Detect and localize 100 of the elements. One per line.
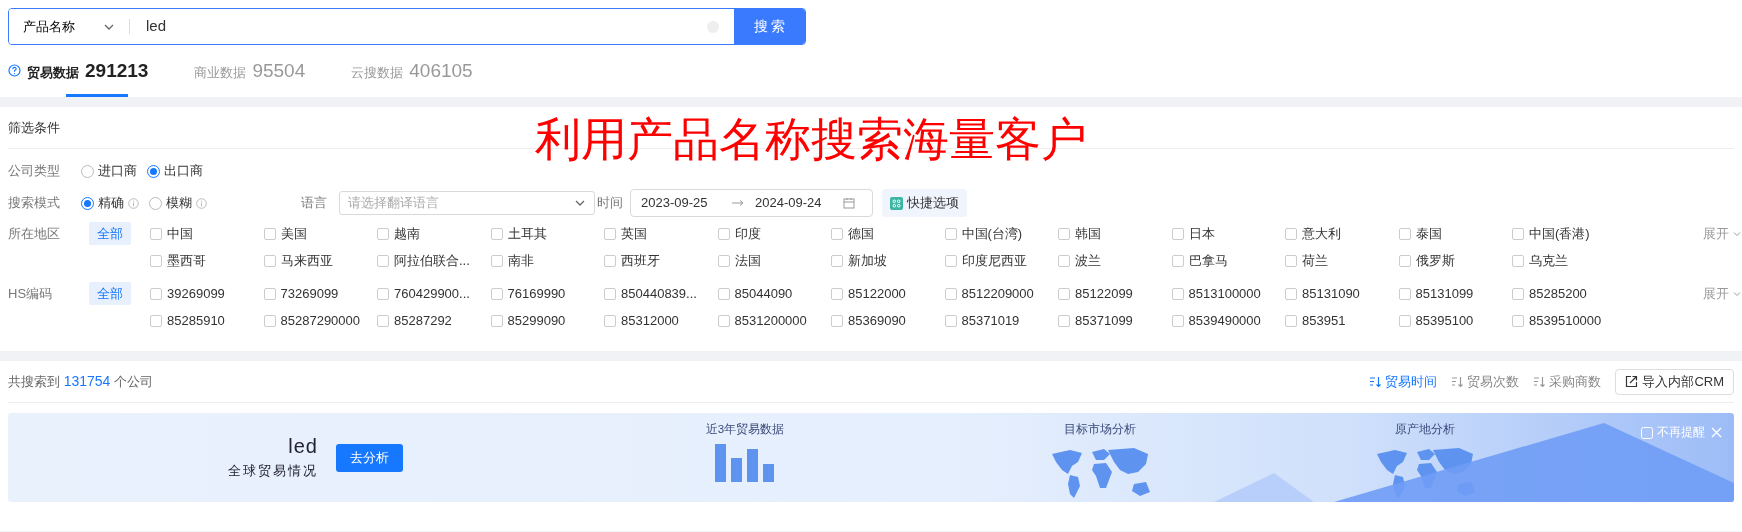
checkbox[interactable] <box>263 227 276 240</box>
checkbox[interactable] <box>377 287 389 300</box>
checkbox-option[interactable]: 850440839... <box>604 283 718 304</box>
checkbox-option[interactable]: 85371019 <box>944 310 1058 331</box>
checkbox-option[interactable]: 俄罗斯 <box>1398 250 1512 271</box>
checkbox[interactable] <box>1171 314 1184 327</box>
checkbox-option[interactable]: 波兰 <box>1058 250 1172 271</box>
checkbox[interactable] <box>944 227 957 240</box>
checkbox[interactable] <box>1398 314 1411 327</box>
checkbox-option[interactable]: 8513100000 <box>1171 283 1285 304</box>
checkbox-option[interactable]: 85287292 <box>377 310 491 331</box>
checkbox[interactable] <box>604 227 616 240</box>
checkbox-option[interactable]: 马来西亚 <box>263 250 377 271</box>
checkbox-option[interactable]: 73269099 <box>263 283 377 304</box>
radio-button[interactable] <box>81 164 94 178</box>
checkbox-option[interactable]: 西班牙 <box>604 250 718 271</box>
checkbox[interactable] <box>831 254 843 267</box>
checkbox-option[interactable]: 越南 <box>377 223 491 244</box>
checkbox-option[interactable]: 中国 <box>150 223 264 244</box>
checkbox[interactable] <box>1512 254 1524 267</box>
checkbox-option[interactable]: 85371099 <box>1058 310 1172 331</box>
checkbox[interactable] <box>1058 314 1070 327</box>
search-button[interactable]: 搜 索 <box>734 9 805 44</box>
date-range-field[interactable]: 2023-09-25 2024-09-24 <box>630 189 873 217</box>
checkbox-option[interactable]: 巴拿马 <box>1171 250 1285 271</box>
checkbox[interactable] <box>717 314 730 327</box>
radio-button[interactable] <box>81 196 94 210</box>
checkbox-option[interactable]: 76169990 <box>490 283 604 304</box>
checkbox-option[interactable]: 853951 <box>1285 310 1399 331</box>
checkbox-option[interactable]: 南非 <box>490 250 604 271</box>
checkbox-option[interactable]: 日本 <box>1171 223 1285 244</box>
checkbox[interactable] <box>1512 287 1524 300</box>
help-icon[interactable] <box>8 64 21 78</box>
sort-option[interactable]: 贸易次数 <box>1451 371 1520 392</box>
radio-option[interactable]: 精确 <box>81 193 124 213</box>
sort-option[interactable]: 采购商数 <box>1533 371 1602 392</box>
data-tab[interactable]: 贸易数据 291213 <box>8 56 149 97</box>
quick-options-button[interactable]: 快捷选项 <box>882 189 967 217</box>
checkbox[interactable] <box>1171 227 1184 240</box>
radio-option[interactable]: 进口商 <box>81 161 137 181</box>
checkbox[interactable] <box>263 314 276 327</box>
checkbox-option[interactable]: 韩国 <box>1058 223 1172 244</box>
checkbox[interactable] <box>717 227 730 240</box>
radio-option[interactable]: 出口商 <box>147 161 203 181</box>
checkbox[interactable] <box>1285 287 1297 300</box>
checkbox[interactable] <box>604 254 616 267</box>
checkbox[interactable] <box>263 254 276 267</box>
checkbox[interactable] <box>1398 227 1411 240</box>
checkbox-option[interactable]: 85285910 <box>150 310 264 331</box>
checkbox[interactable] <box>944 314 957 327</box>
checkbox-option[interactable]: 美国 <box>263 223 377 244</box>
checkbox-option[interactable]: 85287290000 <box>263 310 377 331</box>
checkbox[interactable] <box>831 287 843 300</box>
checkbox[interactable] <box>490 227 503 240</box>
checkbox-option[interactable]: 印度 <box>717 223 831 244</box>
checkbox-option[interactable]: 中国(台湾) <box>944 223 1058 244</box>
checkbox[interactable] <box>1171 287 1184 300</box>
checkbox-option[interactable]: 中国(香港) <box>1512 223 1626 244</box>
checkbox[interactable] <box>150 287 162 300</box>
checkbox-option[interactable]: 85044090 <box>717 283 831 304</box>
radio-button[interactable] <box>149 196 162 210</box>
checkbox-option[interactable]: 土耳其 <box>490 223 604 244</box>
checkbox[interactable] <box>150 254 162 267</box>
checkbox[interactable] <box>490 287 503 300</box>
checkbox-option[interactable]: 8539510000 <box>1512 310 1626 331</box>
checkbox[interactable] <box>944 254 957 267</box>
checkbox-option[interactable]: 新加坡 <box>831 250 945 271</box>
checkbox[interactable] <box>1398 287 1411 300</box>
checkbox-option[interactable]: 85299090 <box>490 310 604 331</box>
search-bar[interactable]: 产品名称 led 搜 索 <box>8 8 806 45</box>
checkbox-option[interactable]: 8539490000 <box>1171 310 1285 331</box>
checkbox-option[interactable]: 760429900... <box>377 283 491 304</box>
checkbox-option[interactable]: 85131090 <box>1285 283 1399 304</box>
checkbox[interactable] <box>604 314 616 327</box>
checkbox[interactable] <box>150 227 162 240</box>
checkbox[interactable] <box>1512 227 1524 240</box>
all-tag[interactable]: 全部 <box>89 221 131 246</box>
checkbox[interactable] <box>1512 314 1524 327</box>
checkbox-option[interactable]: 墨西哥 <box>150 250 264 271</box>
checkbox-option[interactable]: 85122099 <box>1058 283 1172 304</box>
checkbox-option[interactable]: 85312000 <box>604 310 718 331</box>
import-crm-button[interactable]: 导入内部CRM <box>1615 368 1734 395</box>
checkbox[interactable] <box>1398 254 1411 267</box>
checkbox-option[interactable]: 法国 <box>717 250 831 271</box>
checkbox[interactable] <box>377 254 389 267</box>
sort-option[interactable]: 贸易时间 <box>1369 371 1438 392</box>
checkbox-option[interactable]: 85369090 <box>831 310 945 331</box>
checkbox[interactable] <box>831 227 843 240</box>
all-tag[interactable]: 全部 <box>89 281 131 306</box>
checkbox[interactable] <box>1285 254 1297 267</box>
checkbox-option[interactable]: 乌克兰 <box>1512 250 1626 271</box>
checkbox[interactable] <box>1058 287 1070 300</box>
checkbox-option[interactable]: 8531200000 <box>717 310 831 331</box>
checkbox[interactable] <box>1171 254 1184 267</box>
checkbox[interactable] <box>1285 314 1297 327</box>
radio-button[interactable] <box>147 164 160 178</box>
checkbox-option[interactable]: 85122000 <box>831 283 945 304</box>
checkbox-option[interactable]: 荷兰 <box>1285 250 1399 271</box>
checkbox-option[interactable]: 德国 <box>831 223 945 244</box>
checkbox[interactable] <box>717 254 730 267</box>
